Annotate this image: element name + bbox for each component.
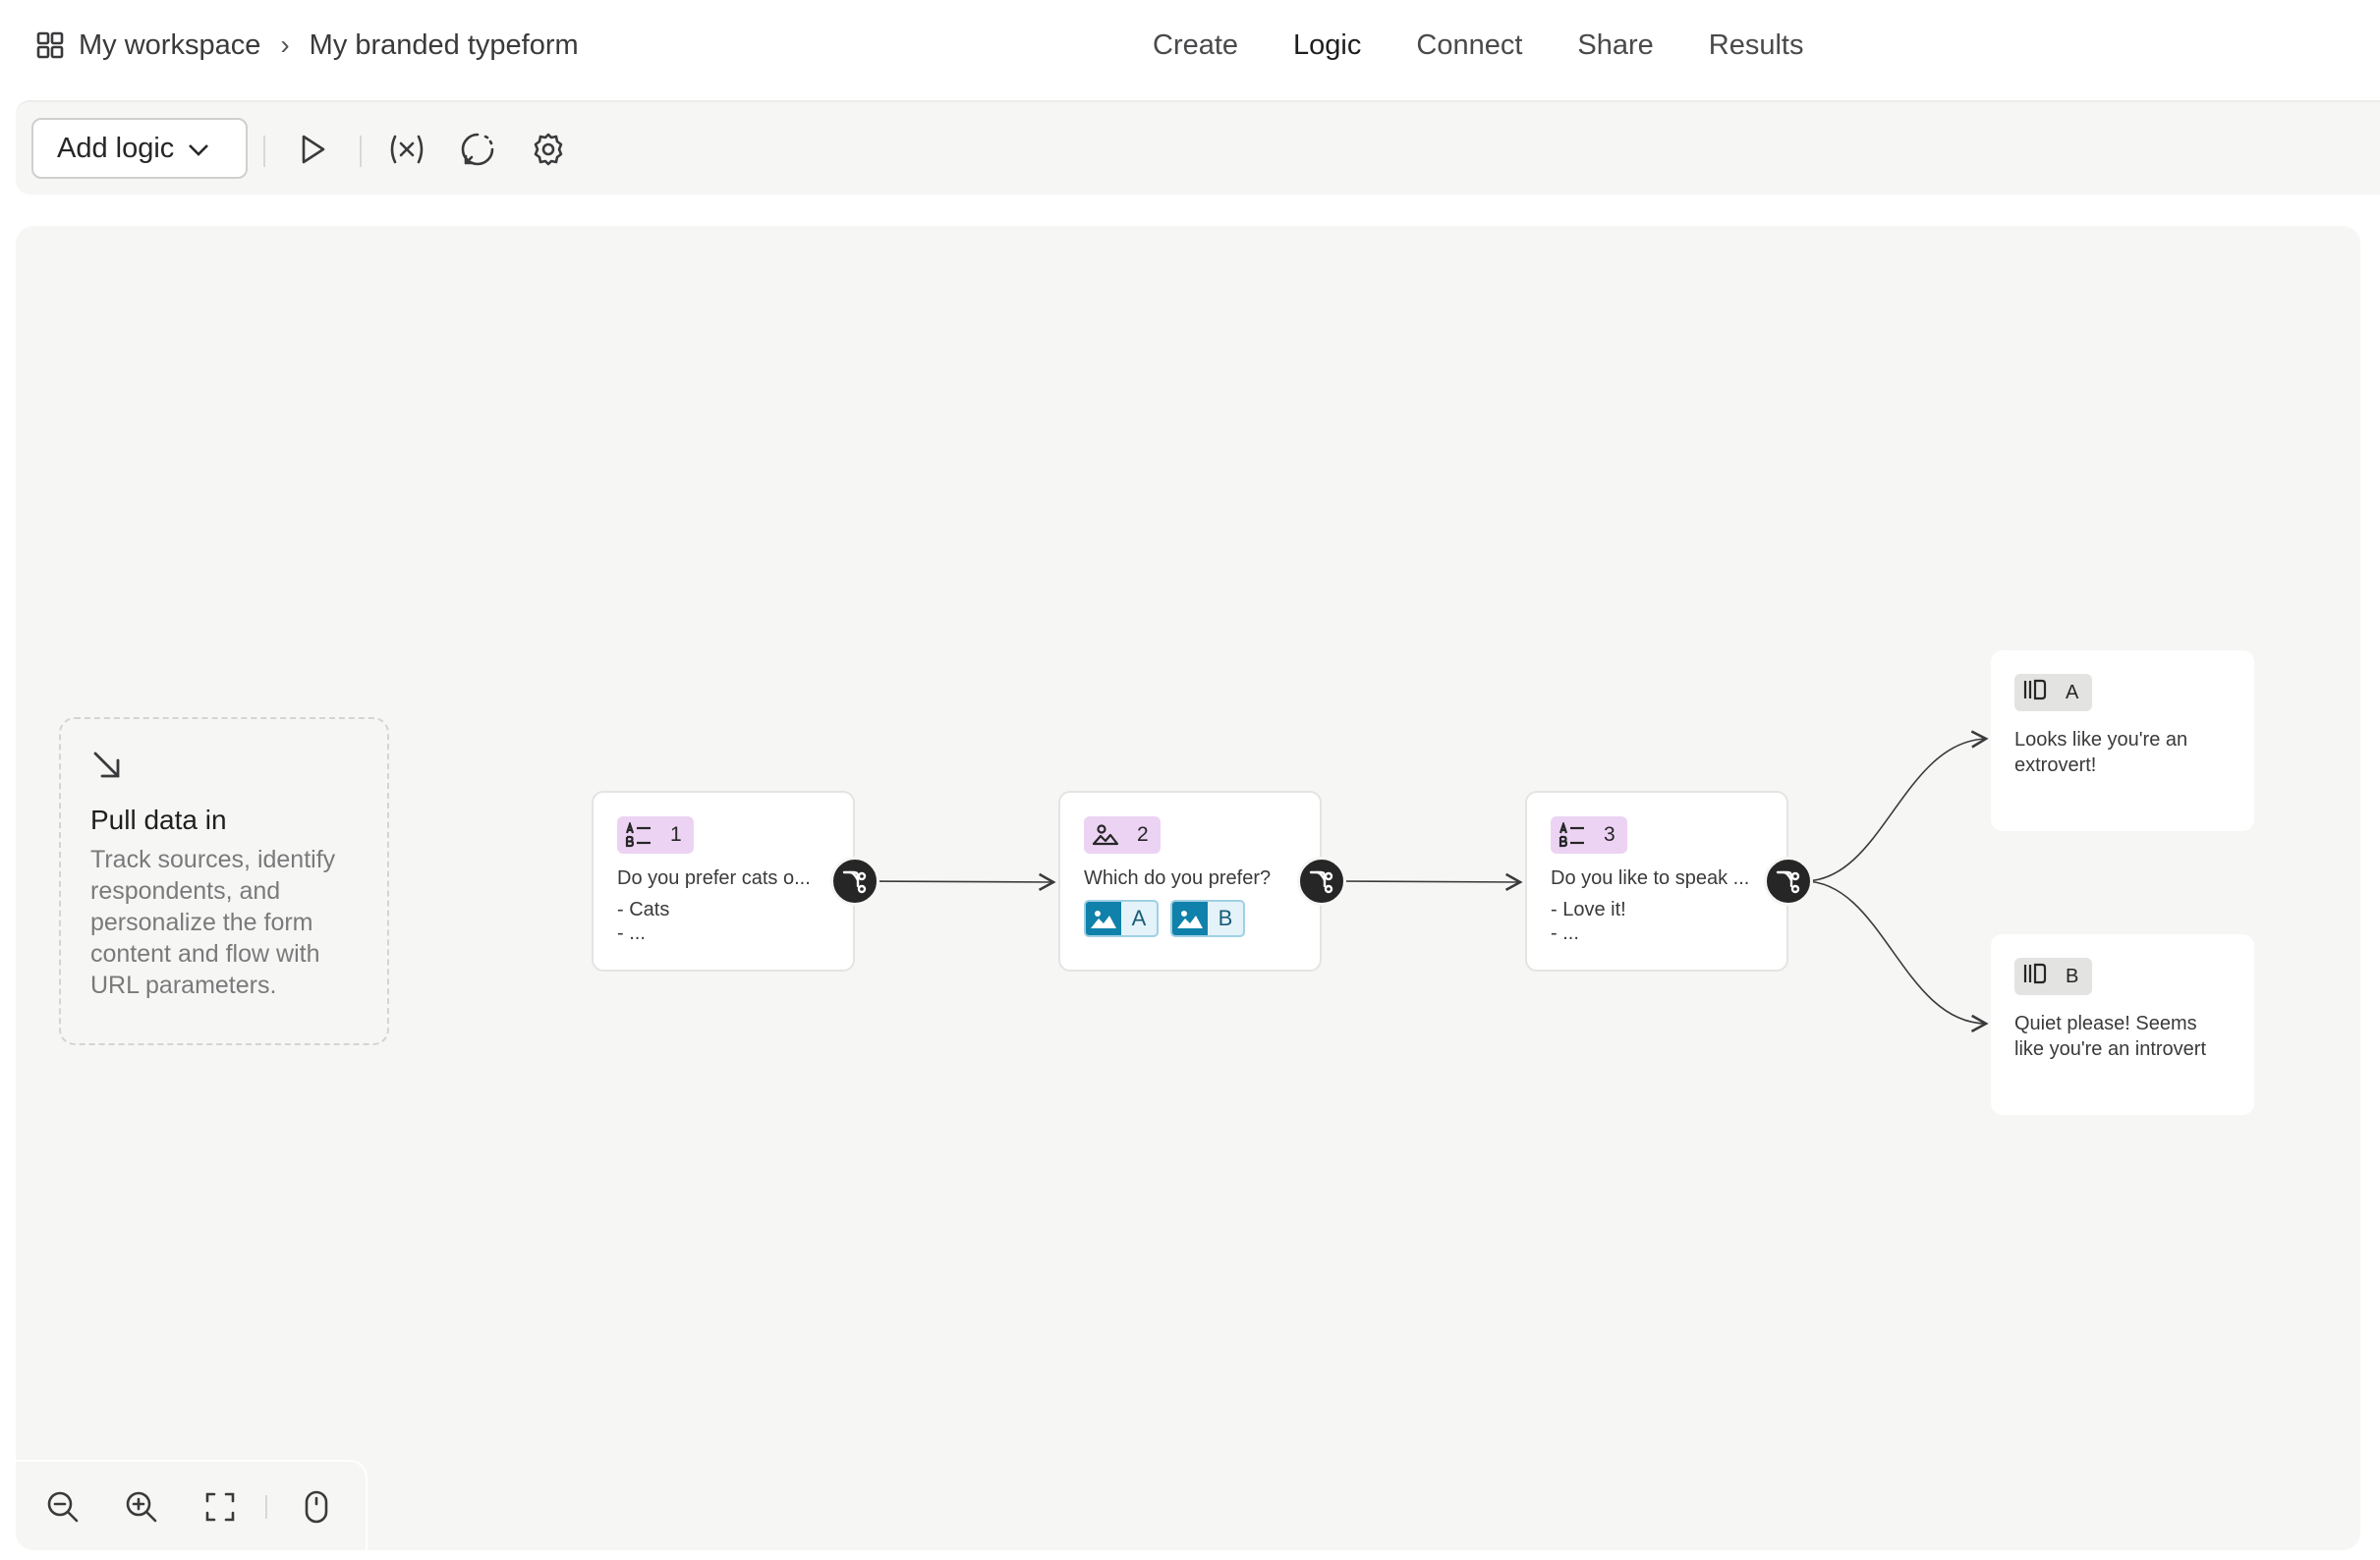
zoom-divider [265, 1495, 267, 1519]
picture-choices: A B [1084, 900, 1296, 937]
ending-screen-icon [2022, 678, 2048, 707]
question-node-1[interactable]: 1 Do you prefer cats o... - Cats - ... [592, 791, 855, 972]
picture-choice-chip: A [1084, 900, 1159, 937]
breadcrumb-form-name[interactable]: My branded typeform [310, 29, 579, 62]
pull-data-card[interactable]: Pull data in Track sources, identify res… [59, 717, 389, 1045]
workspace-grid-icon[interactable] [35, 30, 65, 60]
question-node-2[interactable]: 2 Which do you prefer? A B [1058, 791, 1322, 972]
pull-data-title: Pull data in [90, 805, 227, 835]
question-text: Do you prefer cats o... [617, 867, 811, 889]
edge-q3-ending-b [1803, 880, 1989, 1032]
image-icon [1086, 902, 1121, 935]
edge-q2-q3 [1336, 872, 1523, 892]
branch-button-q2[interactable] [1297, 857, 1346, 906]
chevron-down-icon [188, 133, 209, 165]
variable-icon[interactable] [385, 128, 428, 171]
top-header: My workspace › My branded typeform Creat… [0, 0, 2380, 100]
question-badge: 1 [617, 816, 694, 854]
question-badge: 2 [1084, 816, 1161, 854]
logic-loop-icon[interactable] [456, 128, 499, 171]
logic-toolbar: Add logic [16, 100, 2380, 195]
breadcrumb-workspace-link[interactable]: My workspace [79, 29, 260, 62]
zoom-out-icon[interactable] [43, 1487, 83, 1527]
ending-node-a[interactable]: A Looks like you're an extrovert! [1991, 650, 2254, 831]
choice-item: - Love it! [1551, 899, 1626, 920]
zoom-in-icon[interactable] [122, 1487, 161, 1527]
tab-logic[interactable]: Logic [1266, 26, 1388, 66]
logic-canvas[interactable]: Pull data in Track sources, identify res… [16, 226, 2360, 1550]
multiple-choice-icon [625, 822, 652, 848]
branch-button-q3[interactable] [1764, 857, 1813, 906]
ending-badge: B [2014, 958, 2093, 995]
picture-choice-letter: A [1131, 906, 1147, 930]
question-number: 1 [670, 823, 682, 846]
question-text: Do you like to speak ... [1551, 867, 1750, 889]
question-text: Which do you prefer? [1084, 867, 1272, 889]
breadcrumb: My workspace › My branded typeform [35, 24, 579, 67]
edge-q1-q2 [870, 872, 1056, 892]
ending-node-b[interactable]: B Quiet please! Seems like you're an int… [1991, 934, 2254, 1115]
question-number: 3 [1604, 823, 1615, 846]
question-badge: 3 [1551, 816, 1627, 854]
tab-create[interactable]: Create [1125, 26, 1266, 66]
picture-choice-letter: B [1218, 906, 1233, 930]
choice-item: - Cats [617, 899, 670, 920]
ending-badge: A [2014, 674, 2093, 711]
branch-button-q1[interactable] [830, 857, 879, 906]
question-number: 2 [1137, 823, 1149, 846]
arrow-down-right-icon [90, 752, 124, 786]
ending-letter: B [2066, 965, 2079, 987]
ending-text: Quiet please! Seems like you're an intro… [2014, 1013, 2207, 1060]
toolbar-divider [263, 136, 265, 167]
zoom-controls [16, 1460, 368, 1550]
mouse-icon[interactable] [297, 1487, 336, 1527]
fit-screen-icon[interactable] [200, 1487, 240, 1527]
image-icon [1172, 902, 1208, 935]
ending-screen-icon [2022, 962, 2048, 991]
choice-item: - ... [1551, 922, 1579, 944]
chevron-right-icon: › [280, 29, 290, 60]
picture-choice-icon [1092, 822, 1119, 848]
tab-share[interactable]: Share [1550, 26, 1680, 66]
play-icon[interactable] [291, 128, 334, 171]
choice-item: - ... [617, 922, 646, 944]
settings-gear-icon[interactable] [527, 128, 570, 171]
tab-results[interactable]: Results [1681, 26, 1832, 66]
main-nav: Create Logic Connect Share Results [1125, 26, 1831, 66]
picture-choice-chip: B [1170, 900, 1245, 937]
question-node-3[interactable]: 3 Do you like to speak ... - Love it! - … [1525, 791, 1788, 972]
add-logic-label: Add logic [57, 132, 175, 164]
toolbar-divider [360, 136, 362, 167]
edge-q3-ending-a [1803, 730, 1989, 882]
pull-data-description: Track sources, identify respondents, and… [90, 846, 336, 999]
multiple-choice-icon [1558, 822, 1586, 848]
ending-letter: A [2066, 681, 2079, 703]
tab-connect[interactable]: Connect [1388, 26, 1550, 66]
add-logic-button[interactable]: Add logic [31, 118, 248, 179]
ending-text: Looks like you're an extrovert! [2014, 729, 2188, 776]
